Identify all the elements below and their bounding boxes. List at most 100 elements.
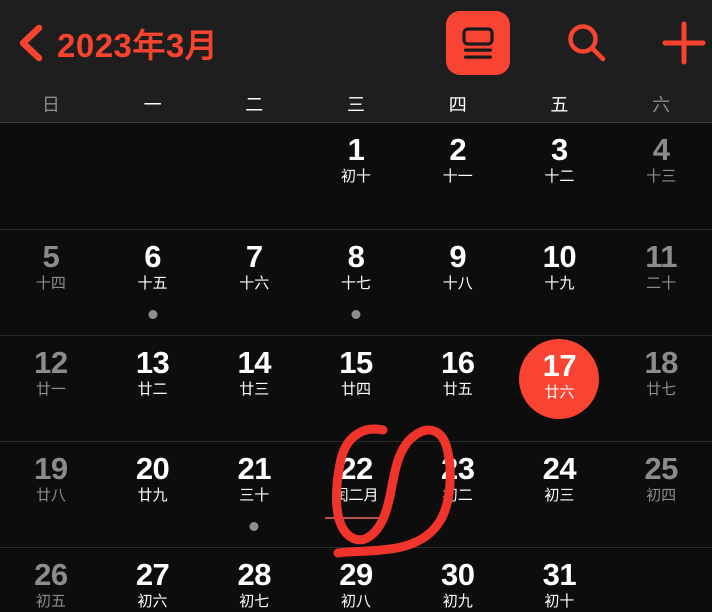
day-number: 21 [237,451,272,486]
day-number: 6 [144,239,161,274]
day-cell[interactable]: 6 十五 [101,229,204,335]
page-title[interactable]: 2023年3月 [57,19,218,67]
day-cell[interactable]: 12 廿一 [0,335,102,441]
lunar-date-label: 廿八 [35,486,66,504]
plus-icon[interactable] [658,17,710,69]
day-grid: 1 初十 2 十一 3 十二 4 十三 5 十四 6 十五 7 十六 8 十七 9 十八 10 十九 11 二十 12 廿一 1… [0,123,712,612]
day-cell[interactable]: 9 十八 [406,229,509,335]
day-number: 20 [135,451,170,486]
lunar-date-label: 十三 [646,167,677,185]
day-number: 7 [245,239,263,274]
day-number: 12 [34,345,68,380]
lunar-date-label: 十一 [442,167,473,185]
day-number: 23 [440,451,475,486]
calendar-month-view: 2023年3月 日 一 二 三 四 五 六 1 初十 2 十一 3 十二 4 十… [0,0,712,612]
day-cell[interactable]: 26 初五 [0,547,102,612]
weekday-fri: 五 [550,94,569,115]
day-cell[interactable]: 18 廿七 [610,335,712,441]
day-cell[interactable]: 2 十一 [407,123,509,229]
weekday-header: 日 一 二 三 四 五 六 [0,85,712,123]
day-cell[interactable]: 29 初八 [305,547,407,612]
day-cell[interactable]: 1 初十 [305,123,407,229]
lunar-date-label: 初四 [646,486,677,504]
lunar-date-label: 初三 [544,486,575,504]
weekday-sun: 日 [41,94,60,115]
day-cell[interactable]: 17 廿六 [508,335,611,441]
weekday-thu: 四 [448,94,467,115]
day-cell[interactable]: 16 廿五 [406,335,509,441]
toolbar-actions [446,0,712,85]
day-number: 9 [449,239,467,274]
weekday-wed: 三 [346,94,365,115]
day-cell-empty [203,123,305,229]
day-number: 2 [449,132,467,167]
event-dot [351,310,361,319]
day-cell[interactable]: 30 初九 [406,547,509,612]
day-cell[interactable]: 8 十七 [305,229,407,335]
day-cell[interactable]: 13 廿二 [101,335,204,441]
day-cell[interactable]: 10 十九 [508,229,611,335]
day-cell[interactable]: 11 二十 [610,229,712,335]
lunar-date-label: 闰二月 [333,486,379,504]
day-cell-empty [102,123,204,229]
day-number: 3 [551,132,568,167]
day-number: 8 [347,239,365,274]
event-dot [148,310,158,319]
day-cell[interactable]: 3 十二 [509,123,611,229]
lunar-date-label: 初二 [442,486,473,504]
lunar-date-label: 廿二 [137,380,168,398]
lunar-date-label: 廿六 [544,383,575,401]
day-number: 1 [347,132,365,167]
lunar-date-label: 廿四 [340,380,371,398]
day-number: 11 [645,239,678,274]
day-cell[interactable]: 25 初四 [610,441,712,547]
day-cell[interactable]: 21 三十 [203,441,306,547]
day-number: 19 [34,451,68,486]
day-number: 28 [237,557,272,592]
day-number: 13 [135,345,170,380]
day-number: 27 [135,557,170,592]
lunar-date-label: 初十 [340,167,371,185]
day-cell[interactable]: 31 初十 [508,547,611,612]
day-number: 4 [652,132,670,167]
day-cell[interactable]: 15 廿四 [305,335,407,441]
search-icon[interactable] [564,20,610,66]
day-cell[interactable]: 24 初三 [508,441,611,547]
day-cell[interactable]: 28 初七 [203,547,306,612]
lunar-date-label: 初八 [340,592,371,610]
lunar-date-label: 初五 [35,592,66,610]
lunar-date-label: 廿九 [137,486,168,504]
list-view-icon[interactable] [446,10,510,75]
toolbar: 2023年3月 [0,0,712,85]
day-number: 26 [34,557,68,592]
weekday-tue: 二 [245,94,264,115]
day-cell[interactable]: 20 廿九 [101,441,204,547]
day-number: 22 [339,451,373,486]
day-number: 15 [339,345,373,380]
day-cell[interactable]: 19 廿八 [0,441,102,547]
day-cell[interactable]: 5 十四 [0,229,102,335]
day-number: 18 [644,345,678,380]
day-cell[interactable]: 7 十六 [203,229,306,335]
weekday-mon: 一 [143,94,162,115]
day-cell[interactable]: 22 闰二月 [305,441,407,547]
day-number: 14 [237,345,272,380]
lunar-date-label: 二十 [646,274,677,292]
day-cell[interactable]: 23 初二 [406,441,509,547]
lunar-date-label: 初九 [442,592,473,610]
day-number: 10 [542,239,577,274]
day-number: 30 [440,557,475,592]
lunar-date-label: 十二 [544,167,575,185]
day-number: 24 [542,451,577,486]
day-cell[interactable]: 4 十三 [610,123,712,229]
day-cell-empty [610,547,712,612]
lunar-date-label: 廿三 [239,380,270,398]
lunar-date-label: 廿七 [646,380,677,398]
day-number: 17 [542,348,577,383]
lunar-date-label: 十九 [544,274,575,292]
chevron-left-icon[interactable] [14,22,48,64]
day-cell[interactable]: 14 廿三 [203,335,306,441]
day-cell-empty [0,123,102,229]
day-cell[interactable]: 27 初六 [101,547,204,612]
day-number: 25 [644,451,678,486]
